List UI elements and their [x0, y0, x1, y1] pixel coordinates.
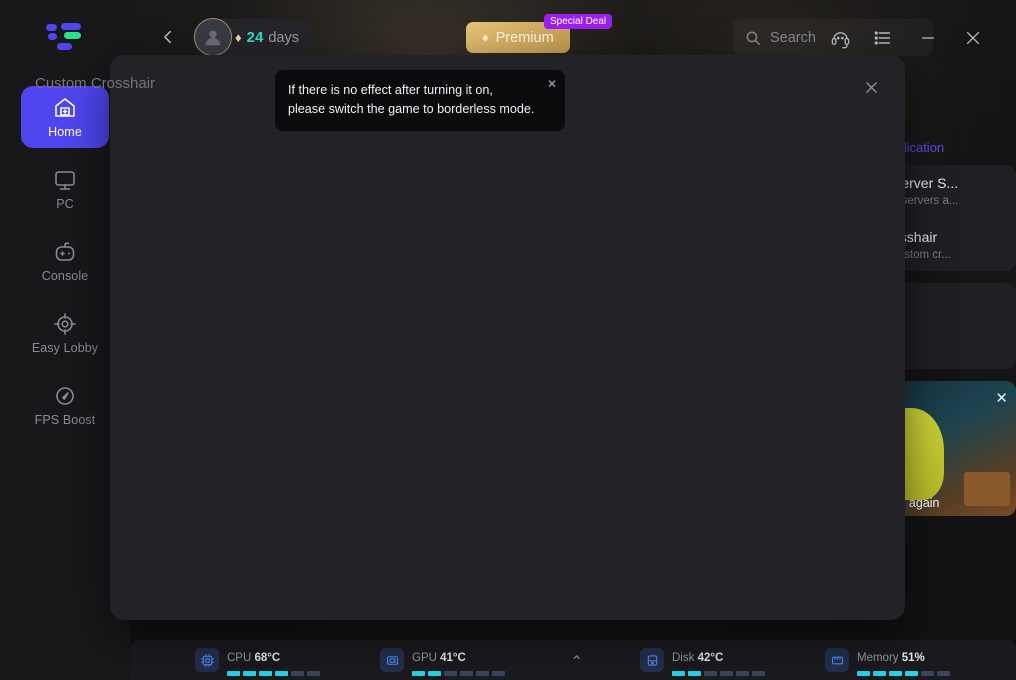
disk-icon — [640, 648, 664, 672]
status-label-value: Disk 42°C — [672, 652, 723, 664]
logo[interactable] — [44, 20, 86, 54]
sidebar-item-label: Easy Lobby — [32, 341, 98, 355]
card-title: osshair — [892, 229, 1004, 245]
diamond-icon: ♦ — [235, 30, 242, 45]
status-bars — [412, 671, 505, 676]
minimize-icon — [918, 28, 938, 48]
sidebar-item-label: Console — [42, 269, 89, 283]
promo-close-icon[interactable]: ✕ — [995, 389, 1008, 407]
tooltip-line-1: If there is no effect after turning it o… — [288, 81, 552, 100]
status-label: Memory — [857, 652, 899, 664]
status-item-disk[interactable]: Disk 42°C — [640, 648, 765, 676]
diamond-icon: ♦ — [482, 30, 489, 45]
headset-icon — [830, 28, 851, 49]
status-value: 42°C — [698, 652, 724, 664]
sidebar-item-pc[interactable]: PC — [21, 158, 109, 220]
custom-crosshair-dialog — [110, 55, 905, 620]
status-label: GPU — [412, 652, 437, 664]
cpu-icon — [195, 648, 219, 672]
gamepad-icon — [52, 239, 78, 265]
days-label: days — [268, 30, 299, 46]
status-bars — [672, 671, 765, 676]
status-label-value: CPU 68°C — [227, 652, 280, 664]
home-icon — [52, 95, 78, 121]
avatar[interactable] — [194, 18, 232, 56]
status-item-gpu[interactable]: GPU 41°C — [380, 648, 505, 676]
close-icon — [863, 79, 880, 96]
app-root: Home PC — [0, 0, 1016, 680]
chevron-left-icon — [159, 28, 177, 46]
sidebar-item-console[interactable]: Console — [21, 230, 109, 292]
status-text-group: GPU 41°C — [412, 648, 505, 676]
status-bars — [227, 671, 320, 676]
back-button[interactable] — [155, 24, 181, 50]
status-text-group: Memory 51% — [857, 648, 950, 676]
status-item-cpu[interactable]: CPU 68°C — [195, 648, 320, 676]
status-value: 41°C — [440, 652, 466, 664]
card-title: Server S... — [892, 175, 1004, 191]
close-window-button[interactable] — [960, 25, 986, 51]
dialog-title: Custom Crosshair — [35, 75, 155, 92]
sidebar-item-label: PC — [56, 197, 74, 211]
sidebar-item-label: Home — [48, 125, 82, 139]
sidebar-item-label: FPS Boost — [35, 413, 96, 427]
status-item-memory[interactable]: Memory 51% — [825, 648, 950, 676]
sidebar-item-easy-lobby[interactable]: Easy Lobby — [21, 302, 109, 364]
list-icon — [873, 28, 893, 48]
days-value: 24 — [247, 29, 264, 46]
list-button[interactable] — [870, 25, 896, 51]
special-deal-badge[interactable]: Special Deal — [544, 14, 612, 29]
status-bars — [857, 671, 950, 676]
status-label-value: GPU 41°C — [412, 652, 466, 664]
status-label: Disk — [672, 652, 694, 664]
status-text-group: Disk 42°C — [672, 648, 765, 676]
avatar-icon — [202, 26, 224, 48]
minimize-button[interactable] — [915, 25, 941, 51]
tooltip-close-icon[interactable]: ✕ — [547, 75, 557, 93]
status-value: 68°C — [254, 652, 280, 664]
sidebar-item-home[interactable]: Home — [21, 86, 109, 148]
sidebar-item-fps-boost[interactable]: FPS Boost — [21, 374, 109, 436]
monitor-icon — [52, 167, 78, 193]
premium-label: Premium — [496, 30, 554, 46]
close-icon — [963, 28, 983, 48]
gauge-icon — [52, 383, 78, 409]
card-subtitle: custom cr... — [892, 249, 1004, 261]
gpu-icon — [380, 648, 404, 672]
target-icon — [52, 311, 78, 337]
borderless-mode-tooltip: ✕ If there is no effect after turning it… — [275, 70, 565, 131]
dialog-close-button[interactable] — [858, 74, 884, 100]
tooltip-line-2: please switch the game to borderless mod… — [288, 100, 552, 119]
expand-status-button[interactable]: ⌃ — [570, 652, 583, 672]
status-text-group: CPU 68°C — [227, 648, 320, 676]
card-subtitle: n servers a... — [892, 195, 1004, 207]
memory-icon — [825, 648, 849, 672]
search-placeholder: Search — [770, 30, 816, 46]
support-button[interactable] — [827, 25, 853, 51]
search-icon — [745, 30, 761, 46]
system-status-bar: CPU 68°C GPU 41°C — [130, 640, 1016, 680]
status-label: CPU — [227, 652, 251, 664]
status-value: 51% — [902, 652, 925, 664]
status-label-value: Memory 51% — [857, 652, 925, 664]
promo-art-hut — [964, 472, 1010, 506]
